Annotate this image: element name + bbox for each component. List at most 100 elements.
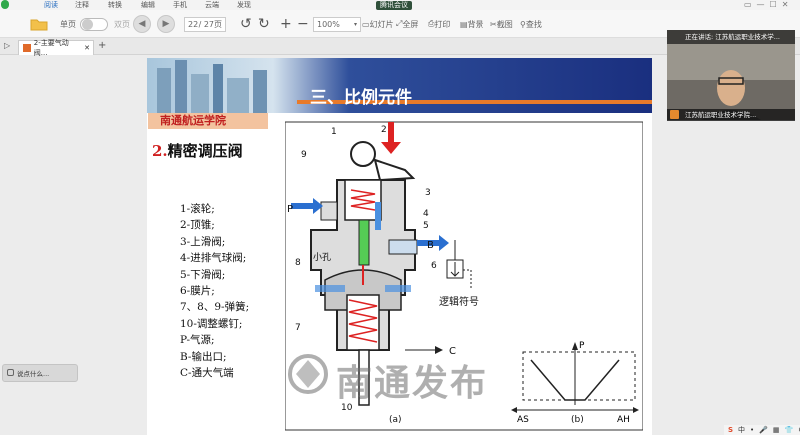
screenshot-label: 截图 bbox=[496, 19, 513, 29]
legend-item: 4-进排气球阀; bbox=[180, 252, 247, 265]
subtitle-number: 2. bbox=[152, 142, 168, 160]
print-label: 打印 bbox=[434, 19, 451, 29]
document-tab[interactable]: 2-主要气动阀... ✕ bbox=[18, 39, 94, 57]
fullscreen-button[interactable]: ⤢ 全屏 bbox=[396, 14, 418, 34]
legend-item: B-输出口; bbox=[180, 350, 227, 363]
callout-8: 8 bbox=[295, 258, 301, 268]
city-skyline-image bbox=[157, 60, 267, 113]
rotate-right-icon[interactable]: ↻ bbox=[258, 14, 270, 34]
page-total: / 27页 bbox=[198, 19, 222, 29]
print-button[interactable]: ⎙ 打印 bbox=[428, 14, 450, 34]
page-input[interactable]: 22 / 27页 bbox=[184, 16, 226, 32]
skin-icon[interactable]: 👕 bbox=[785, 426, 794, 434]
ime-mode[interactable]: 中 bbox=[738, 425, 745, 435]
find-label: 查找 bbox=[525, 19, 542, 29]
callout-9: 9 bbox=[301, 150, 307, 160]
chat-input[interactable]: 说点什么... bbox=[2, 364, 78, 382]
background-label: 背景 bbox=[467, 19, 484, 29]
keyboard-icon[interactable]: ▦ bbox=[773, 426, 780, 434]
slide-valve bbox=[358, 219, 370, 266]
legend-item: 6-膜片; bbox=[180, 285, 215, 298]
legend-item: 7、8、9-弹簧; bbox=[180, 301, 250, 314]
logic-symbol-label: 逻辑符号 bbox=[439, 295, 479, 308]
tab-label: 2-主要气动阀... bbox=[33, 39, 69, 57]
rotate-left-icon[interactable]: ↺ bbox=[240, 14, 252, 34]
menu-read[interactable]: 阅读 bbox=[44, 0, 58, 10]
small-hole-label: 小孔 bbox=[313, 252, 331, 263]
slide-subtitle: 2.精密调压阀 bbox=[152, 140, 243, 161]
tab-close-icon[interactable]: ✕ bbox=[84, 44, 90, 52]
school-banner: 南通航运学院 bbox=[148, 113, 268, 129]
legend-item: 10-调整螺钉; bbox=[180, 317, 243, 330]
chevron-down-icon: ▾ bbox=[353, 20, 357, 28]
legend-item: C-通大气端 bbox=[180, 367, 234, 380]
punctuation-icon[interactable]: • bbox=[750, 426, 754, 434]
find-button[interactable]: ⚲ 查找 bbox=[520, 14, 542, 34]
user-icon bbox=[670, 110, 679, 119]
menu-convert[interactable]: 转换 bbox=[108, 0, 122, 10]
callout-5: 5 bbox=[423, 221, 429, 231]
menu-mobile[interactable]: 手机 bbox=[173, 0, 187, 10]
background-button[interactable]: ▤ 背景 bbox=[460, 14, 484, 34]
meeting-label: 腾讯会议 bbox=[380, 1, 408, 9]
zoom-value: 100% bbox=[317, 19, 340, 29]
roller-part bbox=[350, 141, 376, 167]
background-icon: ▤ bbox=[460, 19, 468, 29]
chat-icon bbox=[7, 369, 14, 376]
pdf-file-icon bbox=[23, 44, 31, 52]
callout-4: 4 bbox=[423, 209, 429, 219]
watermark-logo-icon bbox=[288, 354, 328, 394]
callout-1: 1 bbox=[331, 127, 337, 137]
open-folder-icon[interactable] bbox=[30, 14, 48, 34]
port-p-label: P bbox=[287, 204, 293, 215]
menu-discover[interactable]: 发现 bbox=[237, 0, 251, 10]
ime-logo-icon[interactable]: S bbox=[728, 426, 733, 434]
callout-6: 6 bbox=[431, 261, 437, 271]
callout-3: 3 bbox=[425, 188, 431, 198]
graph-as-label: AS bbox=[517, 415, 529, 425]
single-page-label[interactable]: 单页 bbox=[60, 14, 76, 34]
zoom-out-icon[interactable]: − bbox=[297, 14, 309, 34]
meeting-indicator[interactable]: 腾讯会议 bbox=[376, 1, 412, 10]
menu-annotate[interactable]: 注释 bbox=[75, 0, 89, 10]
callout-7: 7 bbox=[295, 323, 301, 333]
graph-ah-label: AH bbox=[617, 415, 630, 425]
double-page-label[interactable]: 双页 bbox=[114, 14, 130, 34]
sidebar-toggle-icon[interactable]: ▷ bbox=[4, 41, 10, 50]
slideshow-button[interactable]: ▭ 幻灯片 bbox=[362, 14, 394, 34]
fullscreen-label: 全屏 bbox=[402, 19, 419, 29]
app-logo-icon bbox=[1, 0, 9, 9]
caption-b: (b) bbox=[571, 415, 584, 425]
screenshot-button[interactable]: ✂ 截图 bbox=[490, 14, 513, 34]
subtitle-text: 精密调压阀 bbox=[167, 142, 243, 160]
system-tray: S 中 • 🎤 ▦ 👕 ⚙ bbox=[724, 425, 800, 435]
window-controls[interactable]: ▭—☐✕ bbox=[744, 0, 793, 9]
legend-item: 2-顶锥; bbox=[180, 219, 215, 232]
legend-item: P-气源; bbox=[180, 334, 215, 347]
parts-legend: 1-滚轮; 2-顶锥; 3-上滑阀; 4-进排气球阀; 5-下滑阀; 6-膜片;… bbox=[180, 201, 249, 381]
scissors-icon: ✂ bbox=[490, 19, 497, 29]
menu-edit[interactable]: 编辑 bbox=[141, 0, 155, 10]
next-page-icon[interactable]: ▶ bbox=[157, 15, 175, 33]
speaking-status: 正在讲话: 江苏航运职业技术学... bbox=[667, 30, 795, 44]
slideshow-icon: ▭ bbox=[362, 19, 370, 29]
legend-item: 1-滚轮; bbox=[180, 203, 215, 215]
legend-item: 3-上滑阀; bbox=[180, 235, 226, 248]
microphone-icon[interactable]: 🎤 bbox=[759, 426, 768, 434]
prev-page-icon[interactable]: ◀ bbox=[133, 15, 151, 33]
caption-a: (a) bbox=[389, 415, 402, 425]
chat-placeholder: 说点什么... bbox=[17, 370, 50, 378]
menu-cloud[interactable]: 云端 bbox=[205, 0, 219, 10]
callout-2: 2 bbox=[381, 125, 387, 135]
graph-p-label: P bbox=[579, 341, 585, 351]
participant-name: 江苏航运职业技术学院... bbox=[667, 109, 795, 121]
zoom-select[interactable]: 100% ▾ bbox=[313, 16, 361, 32]
page-current: 22 bbox=[188, 19, 199, 29]
slide-title: 三、比例元件 bbox=[310, 88, 412, 108]
port-b-label: B bbox=[427, 240, 434, 251]
view-toggle[interactable] bbox=[80, 14, 108, 34]
zoom-in-icon[interactable]: + bbox=[280, 14, 292, 34]
slideshow-label: 幻灯片 bbox=[369, 19, 394, 29]
watermark-text: 南通发布 bbox=[336, 363, 489, 404]
new-tab-icon[interactable]: + bbox=[98, 40, 106, 51]
